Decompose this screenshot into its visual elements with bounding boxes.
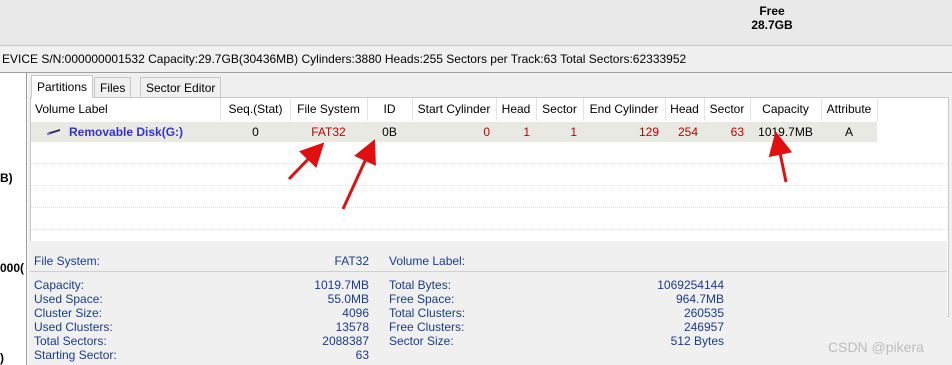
- detail-volume-label-label: Volume Label:: [389, 254, 466, 268]
- attribute-cell: A: [844, 125, 853, 139]
- id-cell: 0B: [382, 125, 397, 139]
- detail-value: 2088387: [322, 334, 369, 348]
- detail-value: 246957: [683, 320, 724, 334]
- tree-fragment: 000(: [0, 261, 25, 275]
- detail-value: 63: [355, 348, 369, 362]
- detail-label: Starting Sector:: [34, 348, 117, 362]
- column-header-end-head[interactable]: Head: [665, 98, 705, 121]
- detail-label: Capacity:: [34, 278, 85, 292]
- detail-value: 13578: [335, 320, 369, 334]
- start-cylinder-cell: 0: [483, 125, 490, 139]
- table-row[interactable]: Removable Disk(G:) 0 FAT32 0B 0 1 1 129 …: [31, 122, 877, 142]
- column-header-start-head[interactable]: Head: [496, 98, 537, 121]
- detail-label: Cluster Size:: [34, 306, 103, 320]
- detail-value: 260535: [683, 306, 724, 320]
- removable-disk-icon: [45, 122, 65, 142]
- row-divider: [31, 185, 948, 186]
- partition-details-panel: File System: FAT32 Volume Label: Capacit…: [28, 241, 947, 365]
- detail-label: Sector Size:: [389, 334, 454, 348]
- free-space-value: 28.7GB: [751, 18, 793, 32]
- column-header-start-cylinder[interactable]: Start Cylinder: [412, 98, 497, 121]
- tree-fragment: B): [0, 171, 13, 185]
- main-panel: Partitions Files Sector Editor Volume La…: [28, 73, 949, 365]
- column-header-id[interactable]: ID: [367, 98, 413, 121]
- detail-value: 1069254144: [657, 278, 724, 292]
- detail-label: Free Clusters:: [389, 320, 465, 334]
- file-system-cell: FAT32: [311, 125, 346, 139]
- column-header-start-sector[interactable]: Sector: [536, 98, 584, 121]
- detail-value: 512 Bytes: [670, 334, 724, 348]
- column-header-end-sector[interactable]: Sector: [704, 98, 751, 121]
- column-header-capacity[interactable]: Capacity: [750, 98, 822, 121]
- capacity-cell: 1019.7MB: [758, 125, 813, 139]
- column-header-seq[interactable]: Seq.(Stat): [221, 98, 291, 121]
- detail-label: Free Space:: [389, 292, 455, 306]
- detail-label: Total Bytes:: [389, 278, 452, 292]
- column-header-volume-label[interactable]: Volume Label: [31, 98, 221, 121]
- detail-value: 55.0MB: [327, 292, 369, 306]
- tab-partitions[interactable]: Partitions: [31, 75, 94, 98]
- seq-cell: 0: [252, 125, 259, 139]
- disk-info-bar: EVICE S/N:000000001532 Capacity:29.7GB(3…: [0, 46, 952, 73]
- detail-file-system-label: File System:: [34, 254, 101, 268]
- column-header-file-system[interactable]: File System: [290, 98, 368, 121]
- end-head-cell: 254: [677, 125, 698, 139]
- start-head-cell: 1: [523, 125, 530, 139]
- disk-map-band: Free 28.7GB: [0, 0, 952, 46]
- end-cylinder-cell: 129: [638, 125, 659, 139]
- start-sector-cell: 1: [570, 125, 577, 139]
- row-divider: [31, 229, 948, 230]
- disk-tree-panel[interactable]: B) 000( ): [0, 73, 27, 365]
- detail-value: 1019.7MB: [314, 278, 369, 292]
- row-divider: [31, 207, 948, 208]
- column-header-attribute[interactable]: Attribute: [821, 98, 878, 121]
- disk-info-text: EVICE S/N:000000001532 Capacity:29.7GB(3…: [2, 52, 687, 66]
- detail-label: Total Clusters:: [389, 306, 466, 320]
- tab-files[interactable]: Files: [94, 77, 132, 98]
- volume-label-cell: Removable Disk(G:): [69, 125, 184, 139]
- watermark-text: CSDN @pikera: [828, 339, 924, 355]
- detail-label: Total Sectors:: [34, 334, 107, 348]
- detail-value: 964.7MB: [675, 292, 724, 306]
- column-header-end-cylinder[interactable]: End Cylinder: [583, 98, 666, 121]
- row-divider: [31, 163, 948, 164]
- detail-value: 4096: [342, 306, 369, 320]
- details-divider: [30, 271, 947, 272]
- free-space-label: Free: [759, 4, 785, 18]
- detail-label: Used Space:: [34, 292, 103, 306]
- tab-sector-editor[interactable]: Sector Editor: [140, 77, 222, 98]
- end-sector-cell: 63: [730, 125, 744, 139]
- tree-fragment: ): [0, 351, 4, 365]
- detail-file-system-value: FAT32: [334, 254, 369, 268]
- detail-label: Used Clusters:: [34, 320, 113, 334]
